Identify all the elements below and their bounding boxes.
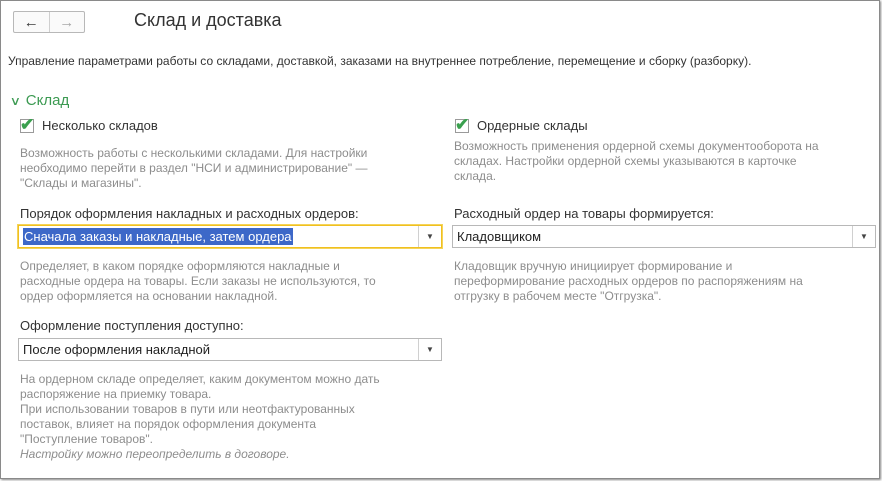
hint-italic-line: Настройку можно переопределить в договор…	[20, 447, 290, 461]
hint-line: Возможность работы с несколькими складам…	[20, 146, 368, 160]
forward-arrow-icon[interactable]: →	[50, 12, 85, 32]
section-header-warehouse[interactable]: ∨ Склад	[9, 92, 70, 109]
expense-order-label: Расходный ордер на товары формируется:	[454, 206, 714, 221]
select-value: После оформления накладной	[23, 342, 211, 357]
hint-line: "Поступление товаров".	[20, 432, 153, 446]
hint-line: распоряжение на приемку товара.	[20, 387, 212, 401]
hint-line: Возможность применения ордерной схемы до…	[454, 139, 819, 153]
back-arrow-icon[interactable]: ←	[14, 12, 50, 32]
page-title: Склад и доставка	[134, 10, 282, 30]
hint-line: При использовании товаров в пути или нео…	[20, 402, 355, 416]
page-description: Управление параметрами работы со складам…	[8, 54, 752, 68]
dropdown-arrow-icon[interactable]: ▼	[418, 339, 441, 360]
order-warehouses-hint: Возможность применения ордерной схемы до…	[454, 139, 819, 184]
checkbox-label: Несколько складов	[42, 118, 158, 133]
order-procedure-select[interactable]: Сначала заказы и накладные, затем ордера…	[18, 225, 442, 248]
multiple-warehouses-checkbox[interactable]: ✔ Несколько складов	[20, 115, 158, 134]
selected-text: Сначала заказы и накладные, затем ордера	[23, 228, 293, 245]
hint-line: Кладовщик вручную инициирует формировани…	[454, 259, 733, 273]
checkmark-icon: ✔	[455, 114, 470, 134]
multiple-warehouses-hint: Возможность работы с несколькими складам…	[20, 146, 368, 191]
order-procedure-label: Порядок оформления накладных и расходных…	[20, 206, 359, 221]
expense-order-select[interactable]: Кладовщиком ▼	[452, 225, 876, 248]
checkbox-box[interactable]: ✔	[20, 115, 34, 134]
hint-line: склада.	[454, 169, 497, 183]
select-value: Сначала заказы и накладные, затем ордера	[19, 228, 418, 245]
dropdown-arrow-icon[interactable]: ▼	[852, 226, 875, 247]
hint-line: отгрузку в рабочем месте "Отгрузка".	[454, 289, 662, 303]
hint-line: поставок, влияет на порядок оформления д…	[20, 417, 317, 431]
order-procedure-hint: Определяет, в каком порядке оформляются …	[20, 259, 376, 304]
section-title: Склад	[25, 92, 70, 109]
hint-line: складах. Настройки ордерной схемы указыв…	[454, 154, 797, 168]
expense-order-hint: Кладовщик вручную инициирует формировани…	[454, 259, 803, 304]
navigation-buttons: ← →	[13, 11, 85, 33]
hint-line: ордер оформляется на основании накладной…	[20, 289, 278, 303]
chevron-down-icon: ∨	[9, 93, 22, 108]
hint-line: "Склады и магазины".	[20, 176, 142, 190]
order-warehouses-checkbox[interactable]: ✔ Ордерные склады	[455, 115, 588, 134]
receipt-select[interactable]: После оформления накладной ▼	[18, 338, 442, 361]
hint-line: переформирование расходных ордеров по ра…	[454, 274, 803, 288]
checkbox-box[interactable]: ✔	[455, 115, 469, 134]
checkbox-label: Ордерные склады	[477, 118, 588, 133]
dropdown-arrow-icon[interactable]: ▼	[418, 226, 441, 247]
hint-line: Определяет, в каком порядке оформляются …	[20, 259, 340, 273]
hint-line: На ордерном складе определяет, каким док…	[20, 372, 380, 386]
receipt-label: Оформление поступления доступно:	[20, 318, 244, 333]
select-value: Кладовщиком	[457, 229, 542, 244]
hint-line: расходные ордера на товары. Если заказы …	[20, 274, 376, 288]
receipt-hint: На ордерном складе определяет, каким док…	[20, 372, 380, 462]
checkmark-icon: ✔	[20, 114, 35, 134]
hint-line: необходимо перейти в раздел "НСИ и админ…	[20, 161, 368, 175]
